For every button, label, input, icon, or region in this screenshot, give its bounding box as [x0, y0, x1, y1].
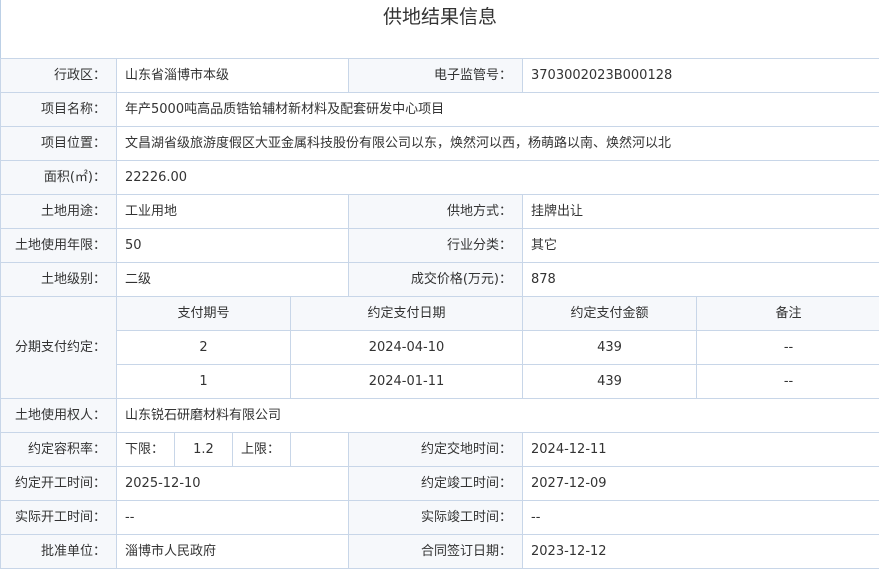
land-use-value: 工业用地: [115, 194, 350, 229]
row-use-years: 土地使用年限： 50 行业分类： 其它: [0, 228, 879, 263]
installment-amount: 439: [522, 330, 698, 365]
area-label: 面积(㎡)：: [0, 160, 117, 195]
installment-header-row: 分期支付约定： 支付期号 约定支付日期 约定支付金额 备注: [0, 296, 879, 399]
installment-date: 2024-01-11: [289, 364, 524, 399]
installment-header-date: 约定支付日期: [289, 296, 524, 331]
complete-value: 2027-12-09: [522, 466, 879, 501]
installment-remark: --: [696, 330, 879, 365]
row-land-grade: 土地级别： 二级 成交价格(万元)： 878: [0, 262, 879, 297]
installment-header-amount: 约定支付金额: [522, 296, 698, 331]
row-start: 约定开工时间： 2025-12-10 约定竣工时间： 2027-12-09: [0, 466, 879, 501]
row-district: 行政区： 山东省淄博市本级 电子监管号： 3703002023B000128: [0, 58, 879, 93]
far-lower-value: 1.2: [174, 432, 233, 467]
far-upper-value: [289, 432, 350, 467]
installment-row: 1 2024-01-11 439 --: [1, 364, 879, 399]
owner-label: 土地使用权人：: [0, 398, 117, 433]
actual-complete-value: --: [522, 500, 879, 535]
location-value: 文昌湖省级旅游度假区大亚金属科技股份有限公司以东，焕然河以西，杨萌路以南、焕然河…: [115, 126, 879, 161]
use-years-label: 土地使用年限：: [0, 228, 117, 263]
contract-date-label: 合同签订日期：: [348, 534, 524, 569]
handover-value: 2024-12-11: [522, 432, 879, 467]
row-project-name: 项目名称： 年产5000吨高品质锆铪辅材新材料及配套研发中心项目: [0, 92, 879, 127]
land-use-label: 土地用途：: [0, 194, 117, 229]
contract-date-value: 2023-12-12: [522, 534, 879, 569]
supply-method-label: 供地方式：: [348, 194, 524, 229]
price-value: 878: [522, 262, 879, 297]
actual-complete-label: 实际竣工时间：: [348, 500, 524, 535]
row-far: 约定容积率： 下限： 1.2 上限： 约定交地时间： 2024-12-11: [0, 432, 879, 467]
supervision-no-label: 电子监管号：: [348, 58, 524, 93]
row-location: 项目位置： 文昌湖省级旅游度假区大亚金属科技股份有限公司以东，焕然河以西，杨萌路…: [0, 126, 879, 161]
far-lower-label: 下限：: [116, 432, 175, 467]
complete-label: 约定竣工时间：: [348, 466, 524, 501]
location-label: 项目位置：: [0, 126, 117, 161]
row-area: 面积(㎡)： 22226.00: [0, 160, 879, 195]
page-title: 供地结果信息: [0, 0, 879, 58]
land-supply-result-page: 供地结果信息 行政区： 山东省淄博市本级 电子监管号： 3703002023B0…: [0, 0, 879, 573]
project-name-value: 年产5000吨高品质锆铪辅材新材料及配套研发中心项目: [115, 92, 879, 127]
district-value: 山东省淄博市本级: [115, 58, 350, 93]
far-label: 约定容积率：: [0, 432, 117, 467]
installment-amount: 439: [522, 364, 698, 399]
price-label: 成交价格(万元)：: [348, 262, 524, 297]
actual-start-value: --: [115, 500, 350, 535]
installment-header-remark: 备注: [696, 296, 879, 331]
owner-value: 山东锐石研磨材料有限公司: [115, 398, 879, 433]
supply-method-value: 挂牌出让: [522, 194, 879, 229]
project-name-label: 项目名称：: [0, 92, 117, 127]
industry-label: 行业分类：: [348, 228, 524, 263]
start-value: 2025-12-10: [115, 466, 350, 501]
installment-row: 2 2024-04-10 439 --: [1, 330, 879, 365]
land-supply-table: 行政区： 山东省淄博市本级 电子监管号： 3703002023B000128 项…: [0, 58, 879, 569]
area-value: 22226.00: [115, 160, 879, 195]
row-actual: 实际开工时间： -- 实际竣工时间： --: [0, 500, 879, 535]
installment-period: 2: [116, 330, 291, 365]
installment-header-period: 支付期号: [116, 296, 291, 331]
row-owner: 土地使用权人： 山东锐石研磨材料有限公司: [0, 398, 879, 433]
land-grade-value: 二级: [115, 262, 350, 297]
industry-value: 其它: [522, 228, 879, 263]
approver-label: 批准单位：: [0, 534, 117, 569]
approver-value: 淄博市人民政府: [115, 534, 350, 569]
actual-start-label: 实际开工时间：: [0, 500, 117, 535]
installment-date: 2024-04-10: [289, 330, 524, 365]
far-upper-label: 上限：: [232, 432, 291, 467]
row-approver: 批准单位： 淄博市人民政府 合同签订日期： 2023-12-12: [0, 534, 879, 569]
supervision-no-value: 3703002023B000128: [522, 58, 879, 93]
installment-label: 分期支付约定：: [0, 296, 117, 399]
installment-period: 1: [116, 364, 291, 399]
start-label: 约定开工时间：: [0, 466, 117, 501]
installment-remark: --: [696, 364, 879, 399]
land-grade-label: 土地级别：: [0, 262, 117, 297]
use-years-value: 50: [115, 228, 350, 263]
row-land-use: 土地用途： 工业用地 供地方式： 挂牌出让: [0, 194, 879, 229]
handover-label: 约定交地时间：: [348, 432, 524, 467]
district-label: 行政区：: [0, 58, 117, 93]
